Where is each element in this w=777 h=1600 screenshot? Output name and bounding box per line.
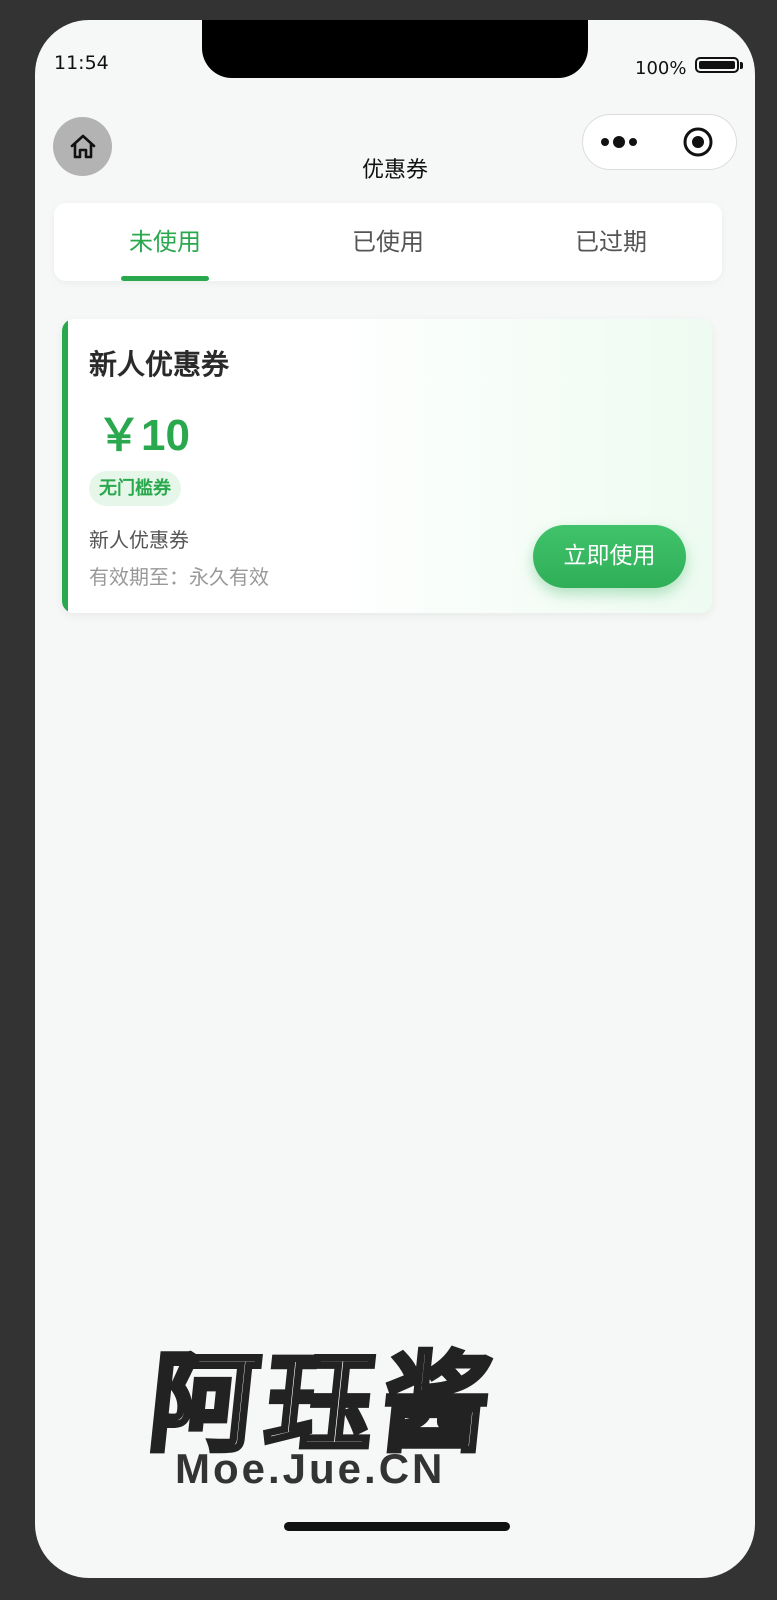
tab-label: 已过期 [575,228,647,256]
tab-label: 已使用 [352,228,424,256]
more-icon [601,136,638,148]
notch [202,20,588,78]
battery-percentage: 100% [635,58,687,79]
coupon-tag: 无门槛券 [89,471,181,506]
battery-cap [740,62,743,69]
mini-program-capsule [582,114,737,170]
coupon-tabs: 未使用 已使用 已过期 [54,203,722,281]
home-indicator [284,1522,510,1531]
use-now-button[interactable]: 立即使用 [533,525,686,588]
coupon-expiry: 有效期至：永久有效 [89,565,269,589]
status-time: 11:54 [54,52,109,74]
watermark-logo: 阿珏酱 Moe.Jue.CN [141,1295,755,1578]
tab-active-indicator [121,276,209,281]
close-circle-icon [683,127,713,157]
coupon-title: 新人优惠券 [89,348,230,381]
battery-icon [695,57,739,73]
coupon-description: 新人优惠券 [89,528,189,552]
phone-screen: 11:54 100% 优惠券 未使用 已使用 已过期 新人优惠券 ￥10 无门槛… [35,20,755,1578]
coupon-accent-bar [62,319,68,613]
tab-used[interactable]: 已使用 [277,203,499,281]
close-button[interactable] [660,115,737,169]
tab-unused[interactable]: 未使用 [54,203,276,281]
tab-label: 未使用 [129,228,201,256]
watermark-subtext: Moe.Jue.CN [175,1445,446,1492]
coupon-amount: ￥10 [97,411,190,460]
tab-expired[interactable]: 已过期 [500,203,722,281]
more-button[interactable] [583,115,660,169]
coupon-card: 新人优惠券 ￥10 无门槛券 新人优惠券 有效期至：永久有效 立即使用 [62,319,712,613]
watermark-text: 阿珏酱 [141,1340,506,1469]
